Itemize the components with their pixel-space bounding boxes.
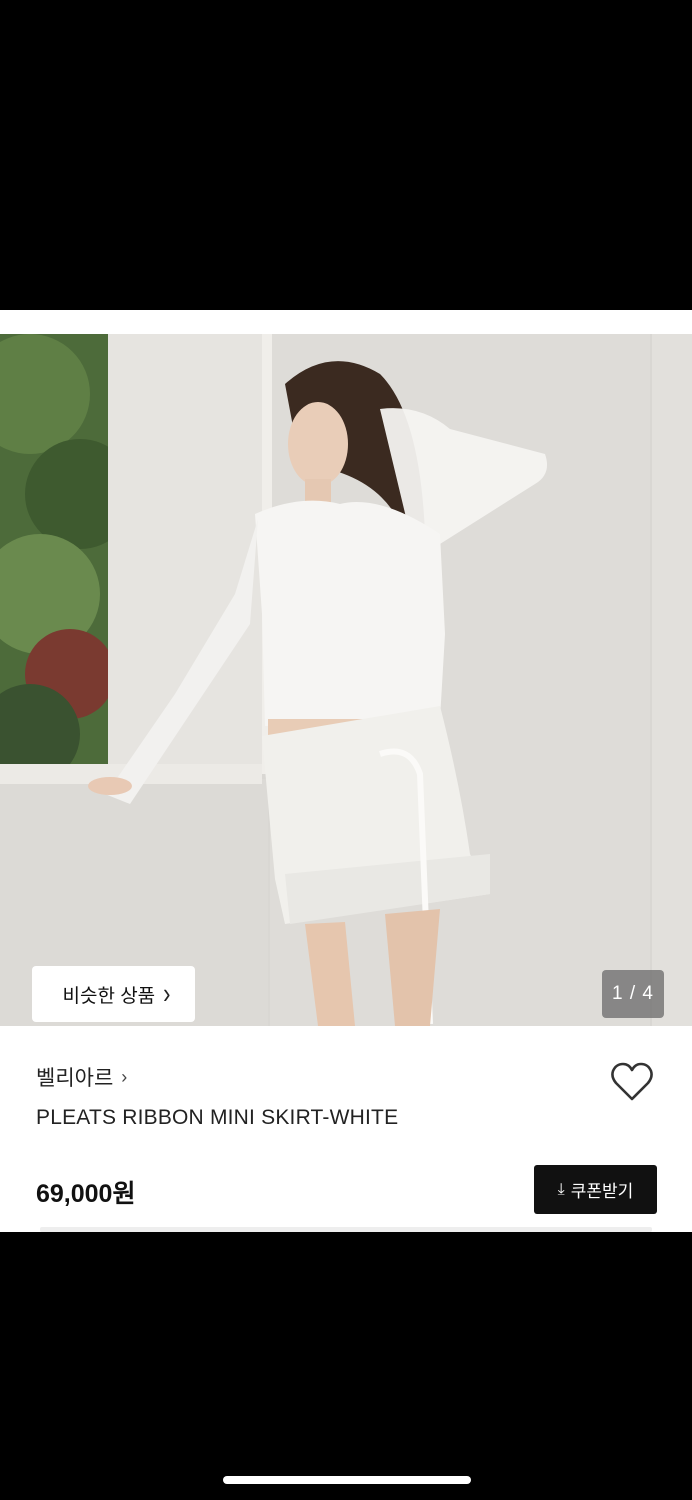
coupon-button[interactable]: ⤓ 쿠폰받기 [534,1165,657,1214]
divider [40,1227,652,1232]
brand-name: 벨리아르 [36,1067,114,1090]
download-icon: ⤓ [557,1180,565,1198]
heart-outline-icon[interactable] [610,1062,654,1102]
home-indicator[interactable] [223,1476,471,1484]
image-page-indicator: 1 / 4 [602,970,664,1018]
similar-products-button[interactable]: 비슷한 상품 › [32,966,195,1022]
chevron-right-icon: › [121,1066,128,1087]
top-black-area [0,0,692,310]
product-name: PLEATS RIBBON MINI SKIRT-WHITE [36,1106,399,1129]
brand-link[interactable]: 벨리아르 › [36,1062,127,1092]
chevron-right-icon: › [163,977,171,1010]
product-card: 비슷한 상품 › 1 / 4 벨리아르 › PLEATS RIBBON MINI… [0,310,692,1232]
product-photo-illustration [0,334,692,1026]
product-image[interactable]: 비슷한 상품 › 1 / 4 [0,334,692,1026]
coupon-label: 쿠폰받기 [570,1182,634,1201]
similar-products-label: 비슷한 상품 [62,985,156,1007]
product-price: 69,000원 [36,1180,136,1208]
